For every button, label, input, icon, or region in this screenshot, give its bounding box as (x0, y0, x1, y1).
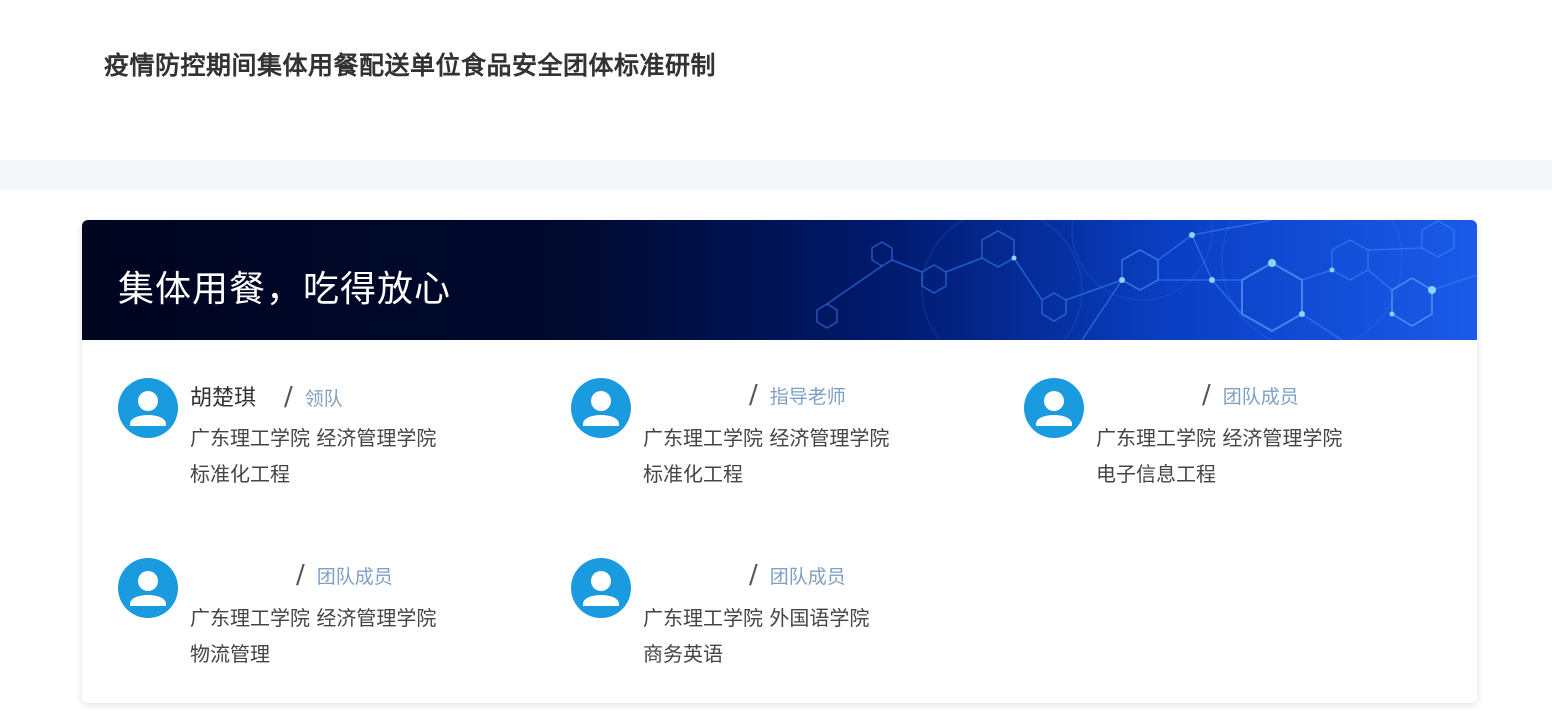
member-major: 标准化工程 (190, 462, 290, 486)
member-card: / 团队成员 广东理工学院 经济管理学院 电子信息工程 (1024, 340, 1444, 486)
banner: 集体用餐，吃得放心 (82, 220, 1477, 340)
member-name: 胡楚琪 (190, 386, 257, 411)
project-title: 疫情防控期间集体用餐配送单位食品安全团体标准研制 (104, 51, 717, 80)
member-role: 团队成员 (316, 566, 393, 588)
member-school: 广东理工学院 经济管理学院 (190, 606, 437, 630)
member-school: 广东理工学院 经济管理学院 (1096, 426, 1343, 450)
separator-slash: / (296, 560, 305, 590)
member-card: / 团队成员 广东理工学院 外国语学院 商务英语 (571, 520, 991, 666)
user-avatar-icon (1024, 378, 1084, 438)
separator-slash: / (284, 382, 293, 412)
separator-slash: / (749, 380, 758, 410)
member-card: / 指导老师 广东理工学院 经济管理学院 标准化工程 (571, 340, 991, 486)
user-avatar-icon (118, 378, 178, 438)
member-card: / 团队成员 广东理工学院 经济管理学院 物流管理 (118, 520, 538, 666)
user-avatar-icon (571, 558, 631, 618)
member-school: 广东理工学院 经济管理学院 (643, 426, 890, 450)
member-major: 电子信息工程 (1096, 462, 1216, 486)
banner-title: 集体用餐，吃得放心 (118, 269, 452, 310)
team-card: 集体用餐，吃得放心 胡楚琪 / 领队 广东理工学院 经济管理学院 标准化工程 /… (82, 220, 1477, 703)
separator-slash: / (1202, 380, 1211, 410)
member-major: 商务英语 (643, 642, 723, 666)
member-major: 标准化工程 (643, 462, 743, 486)
separator-slash: / (749, 560, 758, 590)
member-role: 团队成员 (769, 566, 846, 588)
member-major: 物流管理 (190, 642, 270, 666)
member-role: 指导老师 (769, 386, 846, 408)
member-role: 领队 (304, 388, 343, 410)
member-school: 广东理工学院 经济管理学院 (190, 426, 437, 450)
member-school: 广东理工学院 外国语学院 (643, 606, 870, 630)
user-avatar-icon (118, 558, 178, 618)
member-role: 团队成员 (1222, 386, 1299, 408)
separator-band (0, 160, 1552, 190)
user-avatar-icon (571, 378, 631, 438)
member-card: 胡楚琪 / 领队 广东理工学院 经济管理学院 标准化工程 (118, 340, 538, 486)
page-header: 疫情防控期间集体用餐配送单位食品安全团体标准研制 (0, 0, 1552, 160)
